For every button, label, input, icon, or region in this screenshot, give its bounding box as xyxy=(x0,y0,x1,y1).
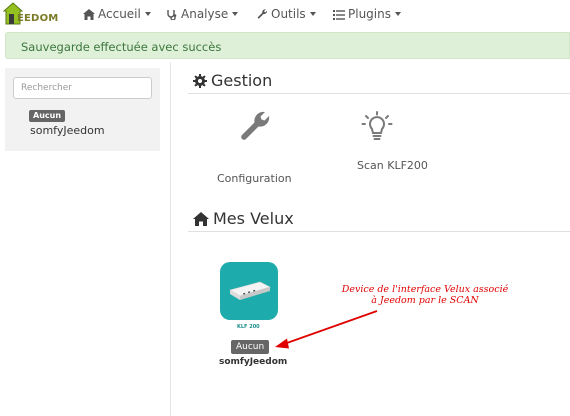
device-caption: KLF 200 xyxy=(237,324,260,330)
velux-rule xyxy=(188,231,570,232)
nav-outils-label: Outils xyxy=(271,7,306,21)
nav-analyse-label: Analyse xyxy=(181,7,229,21)
equipment-name: somfyJeedom xyxy=(219,357,288,367)
nav-accueil[interactable]: Accueil xyxy=(83,7,151,21)
jeedom-logo[interactable]: EEDOM xyxy=(3,2,59,28)
gear-icon xyxy=(193,74,207,88)
gestion-title: Gestion xyxy=(193,71,272,90)
nav-plugins-label: Plugins xyxy=(348,7,391,21)
nav-plugins[interactable]: Plugins xyxy=(333,7,401,21)
top-navbar: EEDOM Accueil Analyse Outils Plugins xyxy=(0,0,570,30)
stethoscope-icon xyxy=(167,10,177,21)
nav-accueil-label: Accueil xyxy=(98,7,141,21)
annotation-line-2: à Jeedom par le SCAN xyxy=(371,295,479,306)
annotation-line-1: Device de l'interface Velux associé xyxy=(341,284,509,295)
status-badge: Aucun xyxy=(29,110,66,122)
brand-text: EEDOM xyxy=(17,13,59,24)
nav-analyse[interactable]: Analyse xyxy=(167,7,239,21)
gestion-rule xyxy=(188,93,570,94)
sidebar-item-somfyjeedom[interactable]: somfyJeedom xyxy=(30,124,105,137)
klf200-device-icon xyxy=(220,262,278,320)
annotation-text: Device de l'interface Velux associé à Je… xyxy=(300,284,550,306)
home-icon xyxy=(83,9,95,20)
scan-klf200-label: Scan KLF200 xyxy=(357,159,428,172)
chevron-down-icon xyxy=(232,12,239,16)
mes-velux-title: Mes Velux xyxy=(193,209,294,228)
chevron-down-icon xyxy=(309,12,316,16)
chevron-down-icon xyxy=(144,12,151,16)
wrench-icon xyxy=(257,9,268,19)
sidebar: Aucun somfyJeedom xyxy=(5,68,160,151)
chevron-down-icon xyxy=(394,12,401,16)
divider xyxy=(170,62,171,416)
mes-velux-title-text: Mes Velux xyxy=(213,209,294,228)
configuration-label: Configuration xyxy=(217,172,292,185)
annotation-arrow-icon xyxy=(275,310,378,349)
success-alert: Sauvegarde effectuée avec succès xyxy=(5,32,570,59)
list-icon xyxy=(333,10,345,20)
alert-message: Sauvegarde effectuée avec succès xyxy=(21,40,222,54)
search-input[interactable] xyxy=(13,77,152,99)
status-badge: Aucun xyxy=(231,340,270,354)
home-icon xyxy=(193,212,209,226)
wrench-icon xyxy=(241,111,270,140)
nav-outils[interactable]: Outils xyxy=(257,7,316,21)
gestion-title-text: Gestion xyxy=(211,71,273,90)
lightbulb-icon xyxy=(361,111,393,140)
